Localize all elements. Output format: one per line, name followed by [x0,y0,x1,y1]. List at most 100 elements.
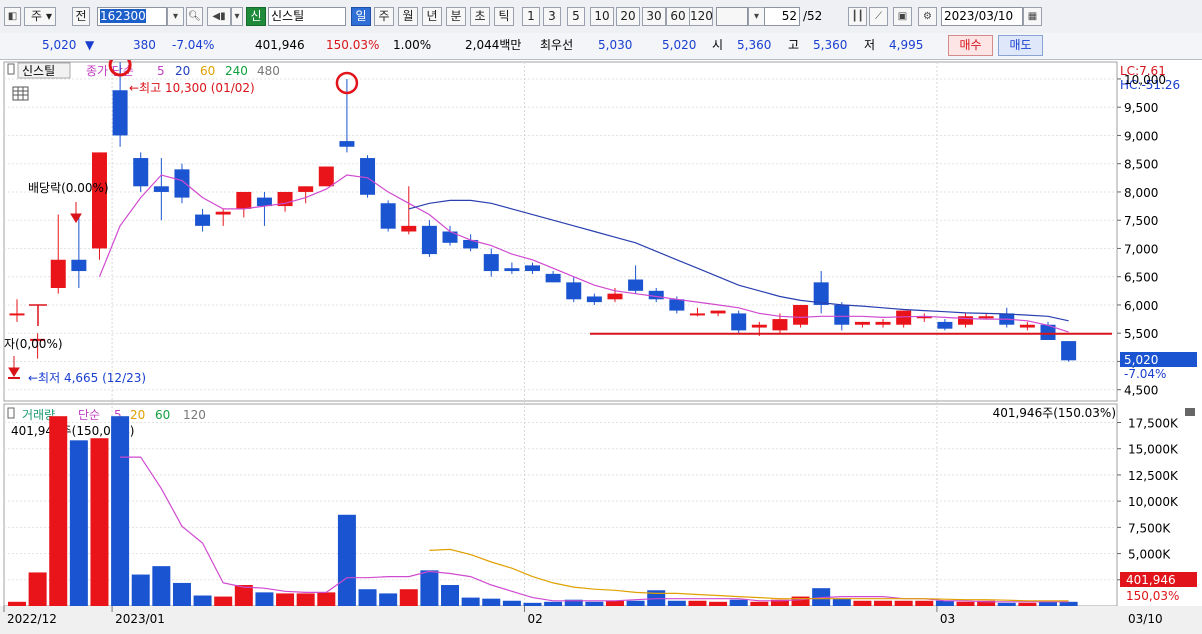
low-label: 저 [864,38,876,52]
toolbar: ◧ 주 ▾ 전 162300 ▾ 🔍︎ ◀▮ ▾ 신 신스틸 일 주 월 년 분 … [0,0,1202,34]
volume-bar [874,600,893,606]
volume-bar [296,593,315,606]
interval-30-button[interactable]: 30 [642,7,666,26]
interval-10-button[interactable]: 10 [590,7,614,26]
candle-body [236,191,252,209]
volume-bar [379,593,398,606]
buy-button[interactable]: 매수 [948,35,993,56]
low-annotation: ←최저 4,665 (12/23) [28,371,146,385]
chart-area[interactable]: 신스틸 종가 단순 5 20 60 240 480 LC:7.61 HC:-51… [0,53,1202,631]
volume-bar [111,416,130,606]
volume-bar [28,572,47,606]
bar-count-input[interactable]: 52 [764,7,800,26]
volume-tick-label: 12,500K [1128,469,1179,483]
candle-body [483,254,499,272]
x-tick-label: 03 [940,612,955,626]
candle-body [669,299,685,311]
price-tick-label: 5,500 [1124,327,1158,341]
stock-code-value: 162300 [100,9,146,23]
interval-60-button[interactable]: 60 [666,7,690,26]
period-week-button[interactable]: 주 [374,7,394,26]
prefix-button[interactable]: 전 [72,7,90,26]
candle-body [318,166,334,187]
volume-bar [255,592,274,606]
panel-maximize-icon[interactable] [1185,408,1195,416]
x-axis-right-label: 03/10 [1128,612,1163,626]
volume-tick-label: 15,000K [1128,443,1179,457]
interval-1-button[interactable]: 1 [522,7,540,26]
candle-body [380,203,396,229]
candle-body [751,324,767,328]
vol-ma120-legend: 120 [183,408,206,422]
price-tick-label: 7,500 [1124,214,1158,228]
period-year-button[interactable]: 년 [422,7,442,26]
volume-bar [750,601,769,606]
vol-ma20-legend: 20 [130,408,145,422]
date-input[interactable]: 2023/03/10 [941,7,1023,26]
period-tick-button[interactable]: 틱 [494,7,514,26]
price-y-axis: 10,000 9,500 9,000 8,500 8,000 7,500 7,000 6,50… [1117,73,1166,398]
volume-bar [172,582,191,606]
save-icon[interactable]: ▣ [893,7,912,26]
volume-bar [420,570,439,606]
best-ask-label: 최우선 [540,38,574,52]
interval-120-button[interactable]: 120 [689,7,713,26]
quote-bar: 5,020 ▼ 380 -7.04% 401,946 150.03% 1.00%… [0,33,1202,60]
period-second-button[interactable]: 초 [470,7,490,26]
period-day-button[interactable]: 일 [351,7,371,26]
candle-body [978,316,994,319]
market-select[interactable]: 주 ▾ [24,7,56,26]
candle-body [937,321,953,329]
volume-bar [193,595,212,606]
speaker-icon[interactable]: ◀▮ [207,7,231,26]
volume-bar [152,566,171,606]
candle-body [401,225,417,232]
candle-body [298,186,314,192]
down-arrow-icon: ▼ [85,38,95,52]
high-label: 고 [788,38,800,52]
volume-ratio: 150.03% [326,38,380,52]
volume-bar [1018,602,1037,606]
volume-bar [729,599,748,606]
interval-3-button[interactable]: 3 [543,7,561,26]
volume-bar [688,600,707,606]
sell-button[interactable]: 매도 [998,35,1043,56]
candle-body [71,259,87,272]
code-dropdown-icon[interactable]: ▾ [167,7,184,26]
calendar-icon[interactable]: ▦ [1023,7,1042,26]
period-month-button[interactable]: 월 [398,7,418,26]
chart-settings-icon[interactable]: ◧ [4,7,21,26]
x-tick-label: 02 [528,612,543,626]
table-icon[interactable] [12,86,29,101]
gear-icon[interactable]: ⚙ [918,7,937,26]
interval-dropdown-icon[interactable]: ▾ [748,7,765,26]
volume-bar [832,598,851,606]
turnover-pct: 1.00% [393,38,432,52]
candle-body [628,279,644,291]
line-type-icon[interactable]: ⟋ [869,7,888,26]
stock-name-input[interactable]: 신스틸 [268,7,346,26]
search-icon[interactable]: 🔍︎ [186,7,203,26]
volume-bar [8,601,26,606]
price-tick-label: 6,500 [1124,271,1158,285]
interval-custom-input[interactable] [716,7,748,26]
period-minute-button[interactable]: 분 [446,7,466,26]
candle-body [1061,341,1077,361]
stock-chart[interactable]: 신스틸 종가 단순 5 20 60 240 480 LC:7.61 HC:-51… [0,53,1202,631]
candle-body [731,313,747,331]
candle-body [834,304,850,325]
candle-body [689,313,705,316]
volume-bar [399,589,418,606]
candle-body [566,282,582,300]
volume-bar [131,574,150,606]
volume-bar [667,600,686,606]
volume-tick-label: 10,000K [1128,495,1179,509]
interval-5-button[interactable]: 5 [567,7,585,26]
speaker-dropdown-icon[interactable]: ▾ [231,7,243,26]
candle-body [525,265,540,272]
interval-20-button[interactable]: 20 [616,7,640,26]
candle-body [421,225,437,255]
candle-type-icon[interactable]: ┃┃ [848,7,867,26]
stock-code-input[interactable]: 162300 [97,7,167,26]
price-tick-label: 9,500 [1124,101,1158,115]
